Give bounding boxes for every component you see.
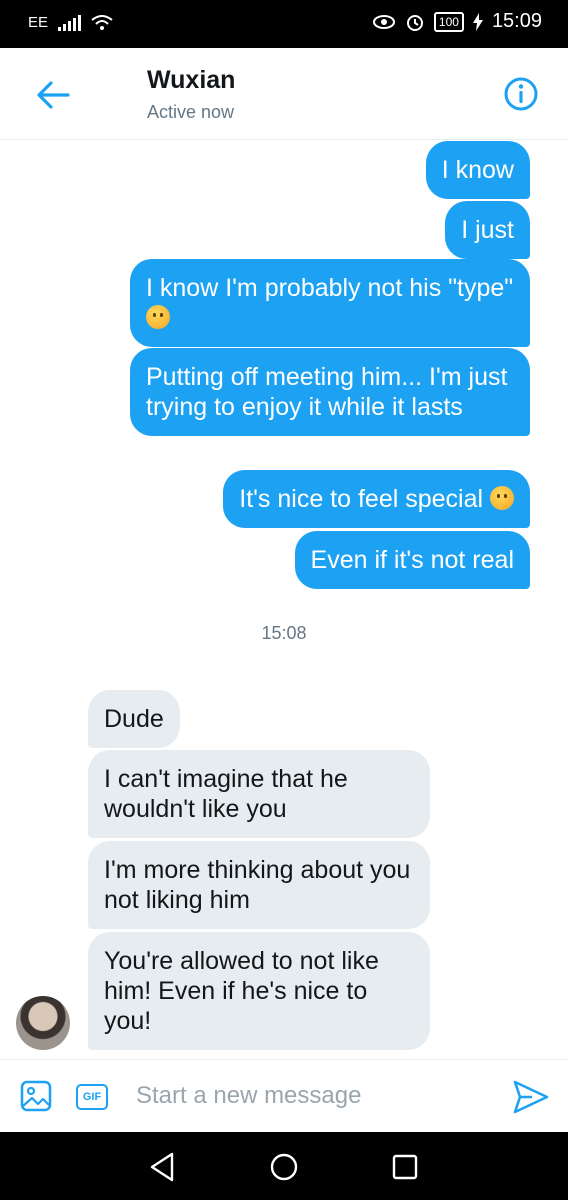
nav-recents-icon[interactable] bbox=[388, 1150, 422, 1184]
message-text: I just bbox=[461, 216, 514, 244]
message-input[interactable] bbox=[136, 1076, 476, 1116]
charging-icon bbox=[472, 12, 483, 31]
outgoing-message[interactable]: It's nice to feel special bbox=[223, 470, 530, 528]
gif-button[interactable]: GIF bbox=[76, 1084, 108, 1110]
image-icon bbox=[20, 1080, 52, 1112]
wifi-icon bbox=[91, 14, 113, 30]
status-bar: EE 100 15:09 bbox=[0, 0, 568, 48]
nav-back-icon[interactable] bbox=[146, 1150, 180, 1184]
back-button[interactable] bbox=[32, 74, 74, 116]
message-text: Putting off meeting him... I'm just tryi… bbox=[146, 363, 508, 421]
status-left: EE bbox=[28, 14, 113, 31]
info-icon bbox=[504, 77, 538, 111]
clock: 15:09 bbox=[491, 10, 542, 32]
eye-icon bbox=[372, 14, 395, 29]
weary-face-icon bbox=[490, 486, 514, 510]
crying-face-icon bbox=[146, 305, 170, 329]
contact-avatar[interactable] bbox=[16, 996, 70, 1050]
message-composer: GIF bbox=[0, 1059, 568, 1132]
incoming-message[interactable]: Dude bbox=[88, 690, 180, 748]
message-text: Even if it's not real bbox=[310, 546, 514, 574]
add-media-button[interactable] bbox=[20, 1080, 52, 1112]
message-text: I can't imagine that he wouldn't like yo… bbox=[104, 765, 348, 823]
conversation-header: Wuxian Active now bbox=[0, 48, 568, 140]
message-timestamp: 15:08 bbox=[261, 623, 307, 643]
message-text: I'm more thinking about you not liking h… bbox=[104, 856, 411, 914]
outgoing-message[interactable]: I know I'm probably not his "type" bbox=[130, 259, 530, 347]
message-text: It's nice to feel special bbox=[239, 485, 484, 513]
message-list[interactable]: I know I just I know I'm probably not hi… bbox=[0, 141, 568, 1059]
signal-icon bbox=[58, 14, 82, 31]
alarm-icon bbox=[406, 14, 423, 31]
carrier-label: EE bbox=[28, 14, 49, 31]
back-arrow-icon bbox=[37, 81, 70, 109]
incoming-message[interactable]: I can't imagine that he wouldn't like yo… bbox=[88, 750, 430, 838]
status-right: 100 15:09 bbox=[372, 10, 542, 33]
incoming-message[interactable]: I'm more thinking about you not liking h… bbox=[88, 841, 430, 929]
info-button[interactable] bbox=[502, 75, 540, 113]
message-text: I know bbox=[441, 156, 514, 184]
contact-name[interactable]: Wuxian bbox=[147, 66, 235, 95]
outgoing-message[interactable]: Even if it's not real bbox=[294, 531, 530, 589]
message-text: Dude bbox=[104, 705, 164, 733]
battery-icon: 100 bbox=[433, 11, 464, 32]
send-button[interactable] bbox=[512, 1078, 550, 1116]
system-nav-bar bbox=[0, 1132, 568, 1200]
outgoing-message[interactable]: I know bbox=[425, 141, 530, 199]
outgoing-message[interactable]: I just bbox=[445, 201, 530, 259]
message-text: I know I'm probably not his "type" bbox=[146, 274, 514, 302]
nav-home-icon[interactable] bbox=[267, 1150, 301, 1184]
message-text: You're allowed to not like him! Even if … bbox=[104, 947, 379, 1035]
contact-status: Active now bbox=[147, 102, 235, 122]
outgoing-message[interactable]: Putting off meeting him... I'm just tryi… bbox=[130, 348, 530, 436]
send-icon bbox=[513, 1080, 549, 1114]
incoming-message[interactable]: You're allowed to not like him! Even if … bbox=[88, 932, 430, 1050]
